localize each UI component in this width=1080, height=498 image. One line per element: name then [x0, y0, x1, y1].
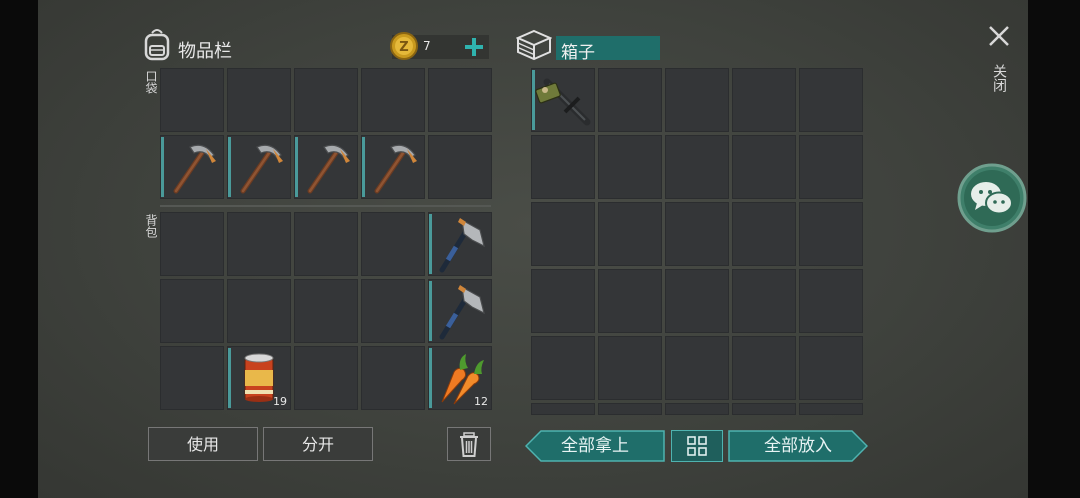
backpack-slot[interactable]: 12	[428, 346, 492, 410]
box-slot[interactable]	[799, 68, 863, 132]
box-slot[interactable]	[598, 403, 662, 415]
backpack-slot[interactable]	[361, 346, 425, 410]
item-quantity: 19	[273, 395, 287, 408]
crossbow-icon	[531, 68, 595, 136]
sort-button[interactable]	[671, 430, 723, 462]
box-slot[interactable]	[732, 269, 796, 333]
backpack-icon	[142, 27, 172, 63]
backpack-slot[interactable]	[428, 212, 492, 276]
backpack-slot[interactable]	[361, 279, 425, 343]
box-slot[interactable]	[732, 68, 796, 132]
pocket-label: 口袋	[144, 70, 158, 94]
backpack-slot[interactable]	[428, 279, 492, 343]
box-slot[interactable]	[799, 336, 863, 400]
backpack-slot[interactable]	[294, 279, 358, 343]
box-slot[interactable]	[531, 135, 595, 199]
take-all-label: 全部拿上	[561, 436, 629, 456]
backpack-slot[interactable]	[294, 212, 358, 276]
trash-icon	[460, 432, 478, 457]
split-button[interactable]: 分开	[263, 427, 373, 461]
backpack-slot[interactable]	[160, 346, 224, 410]
box-slot[interactable]	[598, 135, 662, 199]
inventory-title: 物品栏	[178, 41, 232, 62]
box-slot[interactable]	[665, 68, 729, 132]
backpack-slot[interactable]	[160, 212, 224, 276]
backpack-slot[interactable]	[227, 279, 291, 343]
box-slot[interactable]	[531, 269, 595, 333]
backpack-slot[interactable]	[361, 212, 425, 276]
box-slot[interactable]	[598, 68, 662, 132]
box-slot[interactable]	[732, 202, 796, 266]
close-button[interactable]: 关闭	[985, 22, 1013, 102]
close-icon	[989, 26, 1009, 46]
put-all-button[interactable]: 全部放入	[728, 430, 868, 462]
pocket-slot[interactable]	[428, 68, 492, 132]
pickaxe-icon	[294, 135, 358, 203]
box-slot[interactable]	[665, 135, 729, 199]
pocket-slot[interactable]	[294, 135, 358, 199]
pocket-slot[interactable]	[227, 68, 291, 132]
box-slot[interactable]	[598, 202, 662, 266]
box-icon	[515, 29, 553, 61]
box-slot[interactable]	[531, 68, 595, 132]
pickaxe-icon	[160, 135, 224, 203]
add-coin-button[interactable]	[463, 36, 485, 58]
box-slot[interactable]	[665, 269, 729, 333]
box-slot[interactable]	[598, 269, 662, 333]
box-slot[interactable]	[799, 202, 863, 266]
close-label: 关闭	[991, 64, 1007, 92]
box-slot[interactable]	[732, 336, 796, 400]
box-slot[interactable]	[665, 202, 729, 266]
pocket-slot[interactable]	[428, 135, 492, 199]
take-all-button[interactable]: 全部拿上	[525, 430, 665, 462]
svg-text:Z: Z	[399, 40, 408, 55]
trash-button[interactable]	[447, 427, 491, 461]
box-slot[interactable]	[531, 336, 595, 400]
backpack-slot[interactable]	[294, 346, 358, 410]
gold-coin-icon: Z	[389, 31, 419, 61]
pocket-slot[interactable]	[227, 135, 291, 199]
hatchet-icon	[428, 279, 492, 347]
right-edge	[1028, 0, 1080, 498]
item-quantity: 12	[474, 395, 488, 408]
backpack-slot[interactable]	[227, 212, 291, 276]
hatchet-icon	[428, 212, 492, 280]
box-slot[interactable]	[799, 403, 863, 415]
box-slot[interactable]	[799, 269, 863, 333]
coin-count: 7	[423, 39, 431, 53]
left-edge	[0, 0, 38, 498]
box-slot[interactable]	[732, 403, 796, 415]
pickaxe-icon	[227, 135, 291, 203]
box-slot[interactable]	[732, 135, 796, 199]
wechat-icon[interactable]	[957, 163, 1027, 233]
pickaxe-icon	[361, 135, 425, 203]
pocket-slot[interactable]	[294, 68, 358, 132]
pocket-slot[interactable]	[160, 135, 224, 199]
grid-sort-icon	[687, 436, 707, 456]
box-slot[interactable]	[665, 403, 729, 415]
backpack-slot[interactable]: 19	[227, 346, 291, 410]
pocket-slot[interactable]	[160, 68, 224, 132]
box-slot[interactable]	[531, 403, 595, 415]
backpack-slot[interactable]	[160, 279, 224, 343]
put-all-label: 全部放入	[764, 436, 832, 456]
box-title: 箱子	[561, 43, 595, 63]
use-button[interactable]: 使用	[148, 427, 258, 461]
box-slot[interactable]	[799, 135, 863, 199]
backpack-label: 背包	[144, 214, 158, 238]
box-slot[interactable]	[665, 336, 729, 400]
pocket-slot[interactable]	[361, 135, 425, 199]
box-slot[interactable]	[531, 202, 595, 266]
section-divider	[160, 205, 491, 207]
pocket-slot[interactable]	[361, 68, 425, 132]
box-slot[interactable]	[598, 336, 662, 400]
